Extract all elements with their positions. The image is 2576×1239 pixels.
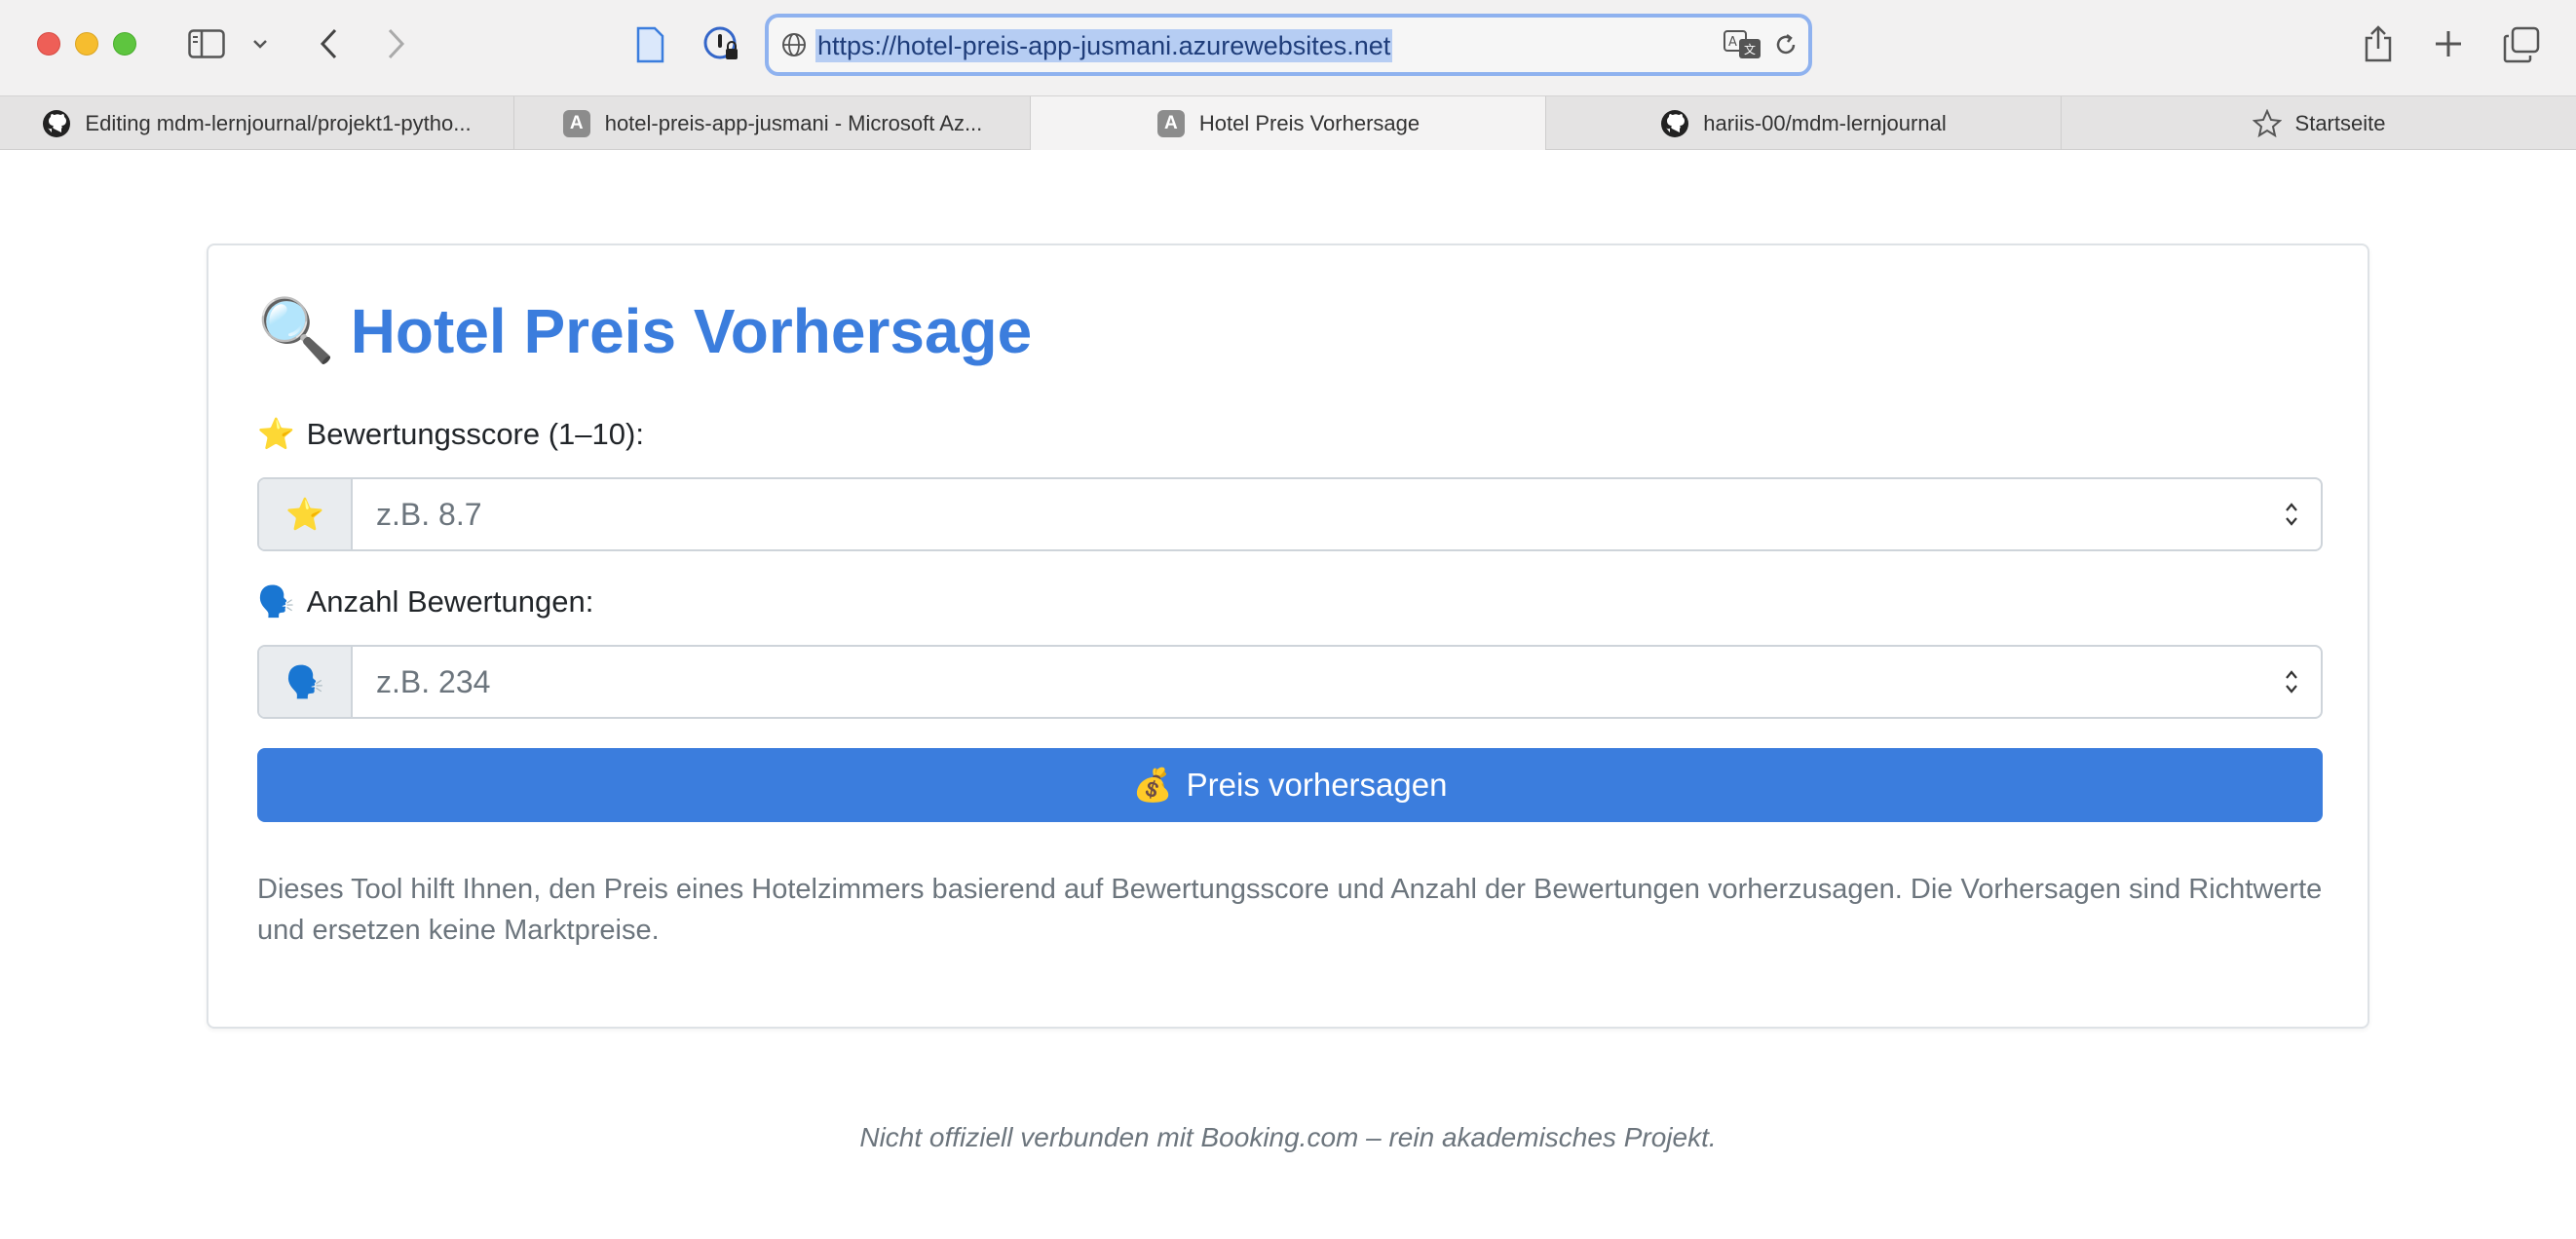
fullscreen-window-button[interactable]	[113, 32, 136, 56]
reviews-stepper[interactable]	[2262, 647, 2321, 717]
score-input-group: ⭐	[257, 477, 2323, 551]
reviews-input-group: 🗣️	[257, 645, 2323, 719]
tab-overview-icon[interactable]	[2502, 25, 2541, 64]
tab-label: Editing mdm-lernjournal/projekt1-pytho..…	[85, 110, 472, 135]
reviews-input[interactable]	[353, 647, 2262, 717]
globe-icon	[780, 31, 808, 58]
forward-arrow-icon[interactable]	[382, 26, 411, 61]
browser-toolbar: https://hotel-preis-app-jusmani.azureweb…	[0, 0, 2576, 95]
tab-azure-portal[interactable]: A hotel-preis-app-jusmani - Microsoft Az…	[514, 96, 1031, 150]
url-text[interactable]: https://hotel-preis-app-jusmani.azureweb…	[815, 29, 1393, 62]
chevron-down-icon[interactable]	[249, 33, 271, 55]
github-icon	[42, 109, 71, 138]
tab-hotel-preis-vorhersage[interactable]: A Hotel Preis Vorhersage	[1031, 96, 1546, 150]
speaking-head-icon: 🗣️	[259, 647, 353, 717]
star-outline-icon	[2252, 108, 2282, 138]
sidebar-toggle-icon[interactable]	[187, 27, 226, 60]
page-title: 🔍 Hotel Preis Vorhersage	[257, 294, 1032, 367]
score-input[interactable]	[353, 479, 2262, 549]
reviews-label-text: Anzahl Bewertungen:	[306, 583, 594, 619]
close-window-button[interactable]	[37, 32, 60, 56]
score-stepper[interactable]	[2262, 479, 2321, 549]
translate-icon[interactable]: A文	[1724, 29, 1762, 60]
password-manager-icon[interactable]	[701, 24, 742, 65]
tab-label: Hotel Preis Vorhersage	[1198, 110, 1421, 135]
star-icon: ⭐	[257, 417, 295, 452]
minimize-window-button[interactable]	[75, 32, 98, 56]
tab-label: hariis-00/mdm-lernjournal	[1703, 110, 1947, 135]
page-reader-icon[interactable]	[633, 25, 666, 64]
tab-startseite[interactable]: Startseite	[2062, 96, 2576, 150]
footer-disclaimer: Nicht offiziell verbunden mit Booking.co…	[859, 1122, 1717, 1152]
share-icon[interactable]	[2360, 23, 2397, 64]
prediction-card: 🔍 Hotel Preis Vorhersage ⭐ Bewertungssco…	[207, 244, 2369, 1029]
svg-text:文: 文	[1744, 42, 1756, 56]
tab-label: hotel-preis-app-jusmani - Microsoft Az..…	[604, 110, 983, 135]
predict-button-label: Preis vorhersagen	[1186, 767, 1448, 803]
reviews-label: 🗣️ Anzahl Bewertungen:	[257, 583, 593, 620]
github-icon	[1660, 109, 1689, 138]
azure-app-icon: A	[562, 109, 590, 137]
magnifier-icon: 🔍	[257, 295, 335, 367]
score-label: ⭐ Bewertungsscore (1–10):	[257, 416, 644, 453]
tab-github-editing[interactable]: Editing mdm-lernjournal/projekt1-pytho..…	[0, 96, 514, 150]
address-bar[interactable]: https://hotel-preis-app-jusmani.azureweb…	[765, 14, 1812, 76]
score-label-text: Bewertungsscore (1–10):	[306, 416, 644, 451]
svg-text:A: A	[1728, 35, 1737, 50]
page-title-text: Hotel Preis Vorhersage	[350, 295, 1033, 366]
reload-icon[interactable]	[1772, 31, 1799, 58]
speaking-head-icon: 🗣️	[257, 584, 295, 620]
info-text: Dieses Tool hilft Ihnen, den Preis eines…	[257, 874, 2323, 946]
money-bag-icon: 💰	[1132, 766, 1173, 804]
tab-strip: Editing mdm-lernjournal/projekt1-pytho..…	[0, 95, 2576, 150]
back-arrow-icon[interactable]	[314, 26, 343, 61]
tab-label: Startseite	[2294, 110, 2386, 135]
predict-price-button[interactable]: 💰 Preis vorhersagen	[257, 748, 2323, 822]
azure-app-icon: A	[1156, 109, 1185, 137]
tab-github-repo[interactable]: hariis-00/mdm-lernjournal	[1546, 96, 2062, 150]
star-icon: ⭐	[259, 479, 353, 549]
new-tab-icon[interactable]	[2432, 27, 2465, 60]
